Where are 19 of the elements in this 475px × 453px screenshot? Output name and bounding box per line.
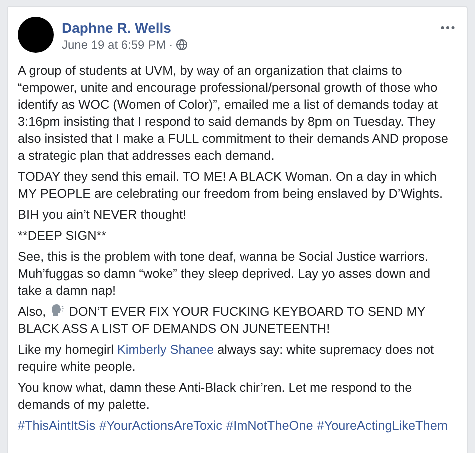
author-name[interactable]: Daphne R. Wells	[62, 19, 439, 37]
globe-icon	[176, 39, 188, 51]
post-paragraph: A group of students at UVM, by way of an organization that claims to “empower, unite and encourage professional/personal growth of those who identify as WOC (Women of Color)”, emailed me a list of demands today at 3:16pm insisting that I respond to said demands by 8pm on Tuesday. They also insisted that I make a FULL commitment to their demands AND propose a strategic plan that addresses each demand.	[18, 63, 450, 165]
hashtag-link[interactable]: #ImNotTheOne	[226, 418, 314, 435]
post-paragraph: See, this is the problem with tone deaf, wanna be Social Justice warriors. Muh’fuggas so damn “woke” they sleep deprived. Lay yo asses down and take a damn nap!	[18, 249, 432, 300]
post-paragraph: **DEEP SIGN**	[18, 228, 108, 245]
post-paragraph: TODAY they send this email. TO ME! A BLACK Woman. On a day in which MY PEOPLE are celebrating our freedom from being enslaved by D’Wights.	[18, 169, 444, 203]
hashtag-link[interactable]: #ThisAintItSis	[18, 418, 96, 435]
avatar[interactable]	[18, 17, 54, 53]
post-paragraph: Also, DON’T EVER FIX YOUR FUCKING KEYBOARD TO SEND MY BLACK ASS A LIST OF DEMANDS ON JUNETEENTH!	[18, 304, 427, 338]
separator: ·	[169, 37, 174, 53]
hashtag-link[interactable]: #YourActionsAreToxic	[100, 418, 223, 435]
post-paragraph: You know what, damn these Anti-Black chir’ren. Let me respond to the demands of my palette.	[18, 380, 414, 414]
profile-link[interactable]: Kimberly Shanee	[117, 343, 214, 357]
speaking-head-icon	[50, 304, 64, 317]
post-paragraph: Like my homegirl Kimberly Shanee always say: white supremacy does not require white people.	[18, 342, 436, 376]
hashtag-link[interactable]: #YoureActingLikeThem	[317, 418, 448, 435]
post-timestamp[interactable]: June 19 at 6:59 PM	[62, 37, 166, 53]
post-paragraph: BIH you ain’t NEVER thought!	[18, 207, 188, 224]
